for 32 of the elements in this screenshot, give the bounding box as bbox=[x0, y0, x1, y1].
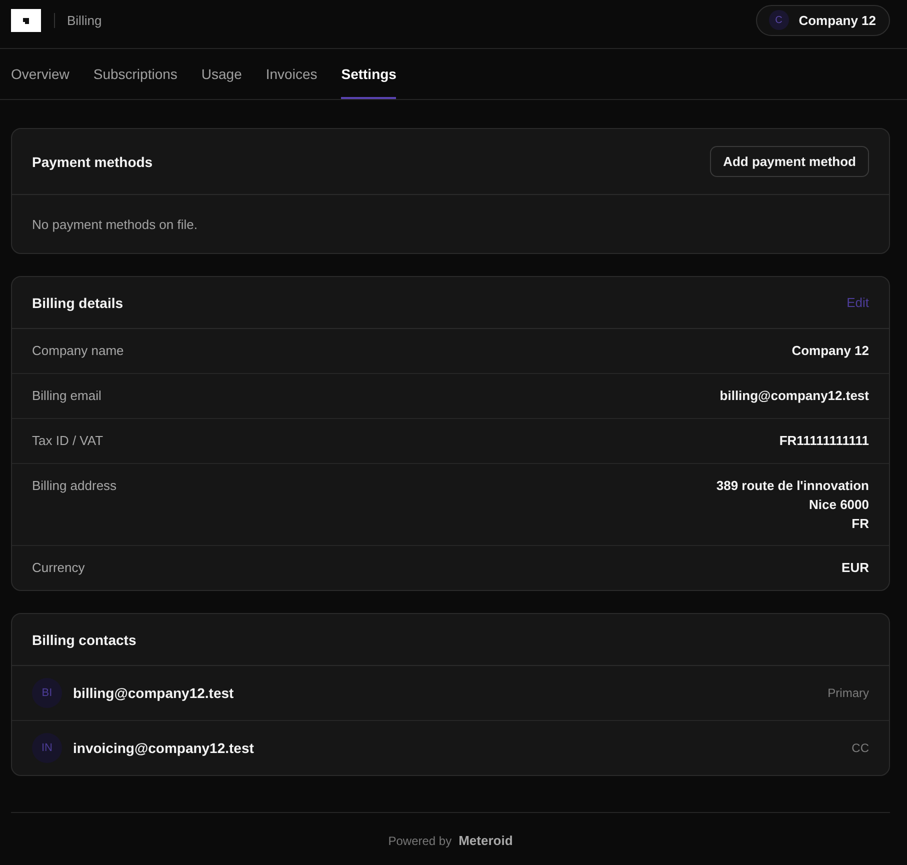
contact-email: invoicing@company12.test bbox=[73, 740, 255, 756]
field-value: Company 12 bbox=[792, 342, 869, 360]
card-title: Billing details bbox=[32, 294, 124, 310]
account-switcher[interactable]: C Company 12 bbox=[756, 4, 890, 36]
contact-avatar: IN bbox=[32, 733, 62, 763]
add-payment-method-button[interactable]: Add payment method bbox=[710, 146, 869, 177]
field-label: Currency bbox=[32, 559, 85, 577]
field-label: Tax ID / VAT bbox=[32, 432, 104, 450]
nav-tab[interactable]: Subscriptions bbox=[93, 49, 178, 99]
field-label: Billing address bbox=[32, 477, 117, 495]
brand-name: Meteroid bbox=[458, 833, 513, 849]
address-value: 389 route de l'innovation Nice 6000 FR bbox=[716, 477, 869, 533]
account-avatar: C bbox=[768, 10, 789, 30]
nav-tab[interactable]: Settings bbox=[341, 49, 396, 99]
contact-role: CC bbox=[852, 741, 869, 755]
card-title: Payment methods bbox=[32, 154, 153, 170]
contact-avatar: BI bbox=[32, 678, 62, 708]
empty-state-text: No payment methods on file. bbox=[32, 216, 198, 232]
logo-icon bbox=[11, 8, 41, 32]
contact-role: Primary bbox=[828, 686, 869, 700]
contact-email: billing@company12.test bbox=[73, 685, 235, 701]
nav-tab[interactable]: Overview bbox=[11, 49, 70, 99]
field-label: Company name bbox=[32, 342, 124, 360]
footer-text: Powered by bbox=[388, 833, 452, 849]
field-label: Billing email bbox=[32, 387, 102, 405]
field-value: FR11111111111 bbox=[779, 432, 869, 450]
nav-tab[interactable]: Invoices bbox=[266, 49, 318, 99]
field-value: billing@company12.test bbox=[720, 387, 869, 405]
card-title: Billing contacts bbox=[32, 632, 136, 648]
nav-tab[interactable]: Usage bbox=[201, 49, 242, 99]
field-value: EUR bbox=[842, 559, 869, 577]
page-title: Billing bbox=[67, 12, 102, 28]
